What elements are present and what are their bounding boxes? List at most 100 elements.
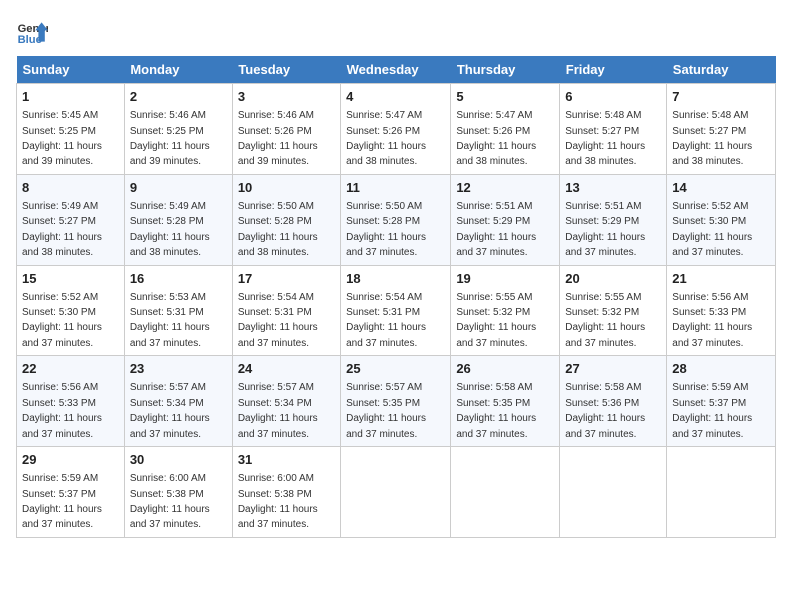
day-info: Sunrise: 5:48 AMSunset: 5:27 PMDaylight:… bbox=[672, 110, 752, 167]
calendar-cell: 31 Sunrise: 6:00 AMSunset: 5:38 PMDaylig… bbox=[232, 447, 340, 538]
day-info: Sunrise: 5:47 AMSunset: 5:26 PMDaylight:… bbox=[456, 110, 536, 167]
day-info: Sunrise: 5:57 AMSunset: 5:34 PMDaylight:… bbox=[130, 382, 210, 439]
calendar-cell: 4 Sunrise: 5:47 AMSunset: 5:26 PMDayligh… bbox=[341, 84, 451, 175]
column-header-tuesday: Tuesday bbox=[232, 56, 340, 84]
calendar-cell: 5 Sunrise: 5:47 AMSunset: 5:26 PMDayligh… bbox=[451, 84, 560, 175]
day-number: 21 bbox=[672, 270, 770, 288]
day-number: 17 bbox=[238, 270, 335, 288]
day-number: 10 bbox=[238, 179, 335, 197]
day-info: Sunrise: 5:49 AMSunset: 5:28 PMDaylight:… bbox=[130, 201, 210, 258]
column-header-monday: Monday bbox=[124, 56, 232, 84]
day-number: 25 bbox=[346, 360, 445, 378]
calendar-cell: 10 Sunrise: 5:50 AMSunset: 5:28 PMDaylig… bbox=[232, 174, 340, 265]
calendar-cell: 16 Sunrise: 5:53 AMSunset: 5:31 PMDaylig… bbox=[124, 265, 232, 356]
day-info: Sunrise: 5:58 AMSunset: 5:35 PMDaylight:… bbox=[456, 382, 536, 439]
calendar-cell: 13 Sunrise: 5:51 AMSunset: 5:29 PMDaylig… bbox=[560, 174, 667, 265]
column-header-friday: Friday bbox=[560, 56, 667, 84]
day-info: Sunrise: 5:53 AMSunset: 5:31 PMDaylight:… bbox=[130, 292, 210, 349]
day-number: 7 bbox=[672, 88, 770, 106]
day-number: 26 bbox=[456, 360, 554, 378]
day-info: Sunrise: 5:56 AMSunset: 5:33 PMDaylight:… bbox=[22, 382, 102, 439]
day-info: Sunrise: 5:59 AMSunset: 5:37 PMDaylight:… bbox=[22, 473, 102, 530]
day-info: Sunrise: 5:59 AMSunset: 5:37 PMDaylight:… bbox=[672, 382, 752, 439]
calendar-cell: 3 Sunrise: 5:46 AMSunset: 5:26 PMDayligh… bbox=[232, 84, 340, 175]
day-info: Sunrise: 5:57 AMSunset: 5:35 PMDaylight:… bbox=[346, 382, 426, 439]
day-number: 5 bbox=[456, 88, 554, 106]
day-info: Sunrise: 5:55 AMSunset: 5:32 PMDaylight:… bbox=[565, 292, 645, 349]
week-row-3: 15 Sunrise: 5:52 AMSunset: 5:30 PMDaylig… bbox=[17, 265, 776, 356]
day-number: 9 bbox=[130, 179, 227, 197]
calendar-cell: 24 Sunrise: 5:57 AMSunset: 5:34 PMDaylig… bbox=[232, 356, 340, 447]
logo: General Blue bbox=[16, 16, 48, 48]
day-number: 14 bbox=[672, 179, 770, 197]
calendar-cell: 14 Sunrise: 5:52 AMSunset: 5:30 PMDaylig… bbox=[667, 174, 776, 265]
calendar-cell: 11 Sunrise: 5:50 AMSunset: 5:28 PMDaylig… bbox=[341, 174, 451, 265]
day-number: 24 bbox=[238, 360, 335, 378]
day-number: 6 bbox=[565, 88, 661, 106]
day-info: Sunrise: 6:00 AMSunset: 5:38 PMDaylight:… bbox=[238, 473, 318, 530]
day-number: 16 bbox=[130, 270, 227, 288]
day-number: 18 bbox=[346, 270, 445, 288]
calendar-cell: 12 Sunrise: 5:51 AMSunset: 5:29 PMDaylig… bbox=[451, 174, 560, 265]
day-number: 20 bbox=[565, 270, 661, 288]
calendar-cell bbox=[341, 447, 451, 538]
week-row-2: 8 Sunrise: 5:49 AMSunset: 5:27 PMDayligh… bbox=[17, 174, 776, 265]
day-info: Sunrise: 5:48 AMSunset: 5:27 PMDaylight:… bbox=[565, 110, 645, 167]
day-number: 23 bbox=[130, 360, 227, 378]
day-info: Sunrise: 5:47 AMSunset: 5:26 PMDaylight:… bbox=[346, 110, 426, 167]
calendar-cell bbox=[560, 447, 667, 538]
calendar-cell: 30 Sunrise: 6:00 AMSunset: 5:38 PMDaylig… bbox=[124, 447, 232, 538]
day-info: Sunrise: 5:50 AMSunset: 5:28 PMDaylight:… bbox=[346, 201, 426, 258]
day-number: 27 bbox=[565, 360, 661, 378]
calendar-cell: 8 Sunrise: 5:49 AMSunset: 5:27 PMDayligh… bbox=[17, 174, 125, 265]
calendar-cell: 28 Sunrise: 5:59 AMSunset: 5:37 PMDaylig… bbox=[667, 356, 776, 447]
column-header-sunday: Sunday bbox=[17, 56, 125, 84]
day-info: Sunrise: 5:56 AMSunset: 5:33 PMDaylight:… bbox=[672, 292, 752, 349]
calendar-cell: 9 Sunrise: 5:49 AMSunset: 5:28 PMDayligh… bbox=[124, 174, 232, 265]
calendar-cell: 6 Sunrise: 5:48 AMSunset: 5:27 PMDayligh… bbox=[560, 84, 667, 175]
header: General Blue bbox=[16, 16, 776, 48]
day-info: Sunrise: 5:54 AMSunset: 5:31 PMDaylight:… bbox=[238, 292, 318, 349]
calendar-cell: 2 Sunrise: 5:46 AMSunset: 5:25 PMDayligh… bbox=[124, 84, 232, 175]
calendar-cell: 29 Sunrise: 5:59 AMSunset: 5:37 PMDaylig… bbox=[17, 447, 125, 538]
calendar-cell bbox=[667, 447, 776, 538]
day-number: 12 bbox=[456, 179, 554, 197]
calendar-cell bbox=[451, 447, 560, 538]
day-number: 13 bbox=[565, 179, 661, 197]
day-number: 1 bbox=[22, 88, 119, 106]
week-row-4: 22 Sunrise: 5:56 AMSunset: 5:33 PMDaylig… bbox=[17, 356, 776, 447]
day-info: Sunrise: 5:55 AMSunset: 5:32 PMDaylight:… bbox=[456, 292, 536, 349]
calendar-cell: 21 Sunrise: 5:56 AMSunset: 5:33 PMDaylig… bbox=[667, 265, 776, 356]
day-number: 11 bbox=[346, 179, 445, 197]
day-info: Sunrise: 5:58 AMSunset: 5:36 PMDaylight:… bbox=[565, 382, 645, 439]
week-row-5: 29 Sunrise: 5:59 AMSunset: 5:37 PMDaylig… bbox=[17, 447, 776, 538]
calendar-cell: 15 Sunrise: 5:52 AMSunset: 5:30 PMDaylig… bbox=[17, 265, 125, 356]
day-info: Sunrise: 5:54 AMSunset: 5:31 PMDaylight:… bbox=[346, 292, 426, 349]
day-info: Sunrise: 5:52 AMSunset: 5:30 PMDaylight:… bbox=[672, 201, 752, 258]
day-info: Sunrise: 5:52 AMSunset: 5:30 PMDaylight:… bbox=[22, 292, 102, 349]
calendar-cell: 20 Sunrise: 5:55 AMSunset: 5:32 PMDaylig… bbox=[560, 265, 667, 356]
day-number: 15 bbox=[22, 270, 119, 288]
calendar-cell: 19 Sunrise: 5:55 AMSunset: 5:32 PMDaylig… bbox=[451, 265, 560, 356]
day-info: Sunrise: 5:46 AMSunset: 5:25 PMDaylight:… bbox=[130, 110, 210, 167]
calendar-table: SundayMondayTuesdayWednesdayThursdayFrid… bbox=[16, 56, 776, 538]
calendar-cell: 1 Sunrise: 5:45 AMSunset: 5:25 PMDayligh… bbox=[17, 84, 125, 175]
calendar-cell: 27 Sunrise: 5:58 AMSunset: 5:36 PMDaylig… bbox=[560, 356, 667, 447]
day-info: Sunrise: 5:45 AMSunset: 5:25 PMDaylight:… bbox=[22, 110, 102, 167]
header-row: SundayMondayTuesdayWednesdayThursdayFrid… bbox=[17, 56, 776, 84]
column-header-wednesday: Wednesday bbox=[341, 56, 451, 84]
day-number: 3 bbox=[238, 88, 335, 106]
day-info: Sunrise: 5:46 AMSunset: 5:26 PMDaylight:… bbox=[238, 110, 318, 167]
day-number: 29 bbox=[22, 451, 119, 469]
logo-icon: General Blue bbox=[16, 16, 48, 48]
svg-text:Blue: Blue bbox=[18, 34, 42, 46]
calendar-cell: 23 Sunrise: 5:57 AMSunset: 5:34 PMDaylig… bbox=[124, 356, 232, 447]
day-info: Sunrise: 6:00 AMSunset: 5:38 PMDaylight:… bbox=[130, 473, 210, 530]
day-info: Sunrise: 5:50 AMSunset: 5:28 PMDaylight:… bbox=[238, 201, 318, 258]
calendar-cell: 26 Sunrise: 5:58 AMSunset: 5:35 PMDaylig… bbox=[451, 356, 560, 447]
calendar-cell: 25 Sunrise: 5:57 AMSunset: 5:35 PMDaylig… bbox=[341, 356, 451, 447]
day-number: 4 bbox=[346, 88, 445, 106]
day-number: 8 bbox=[22, 179, 119, 197]
day-number: 31 bbox=[238, 451, 335, 469]
calendar-cell: 22 Sunrise: 5:56 AMSunset: 5:33 PMDaylig… bbox=[17, 356, 125, 447]
